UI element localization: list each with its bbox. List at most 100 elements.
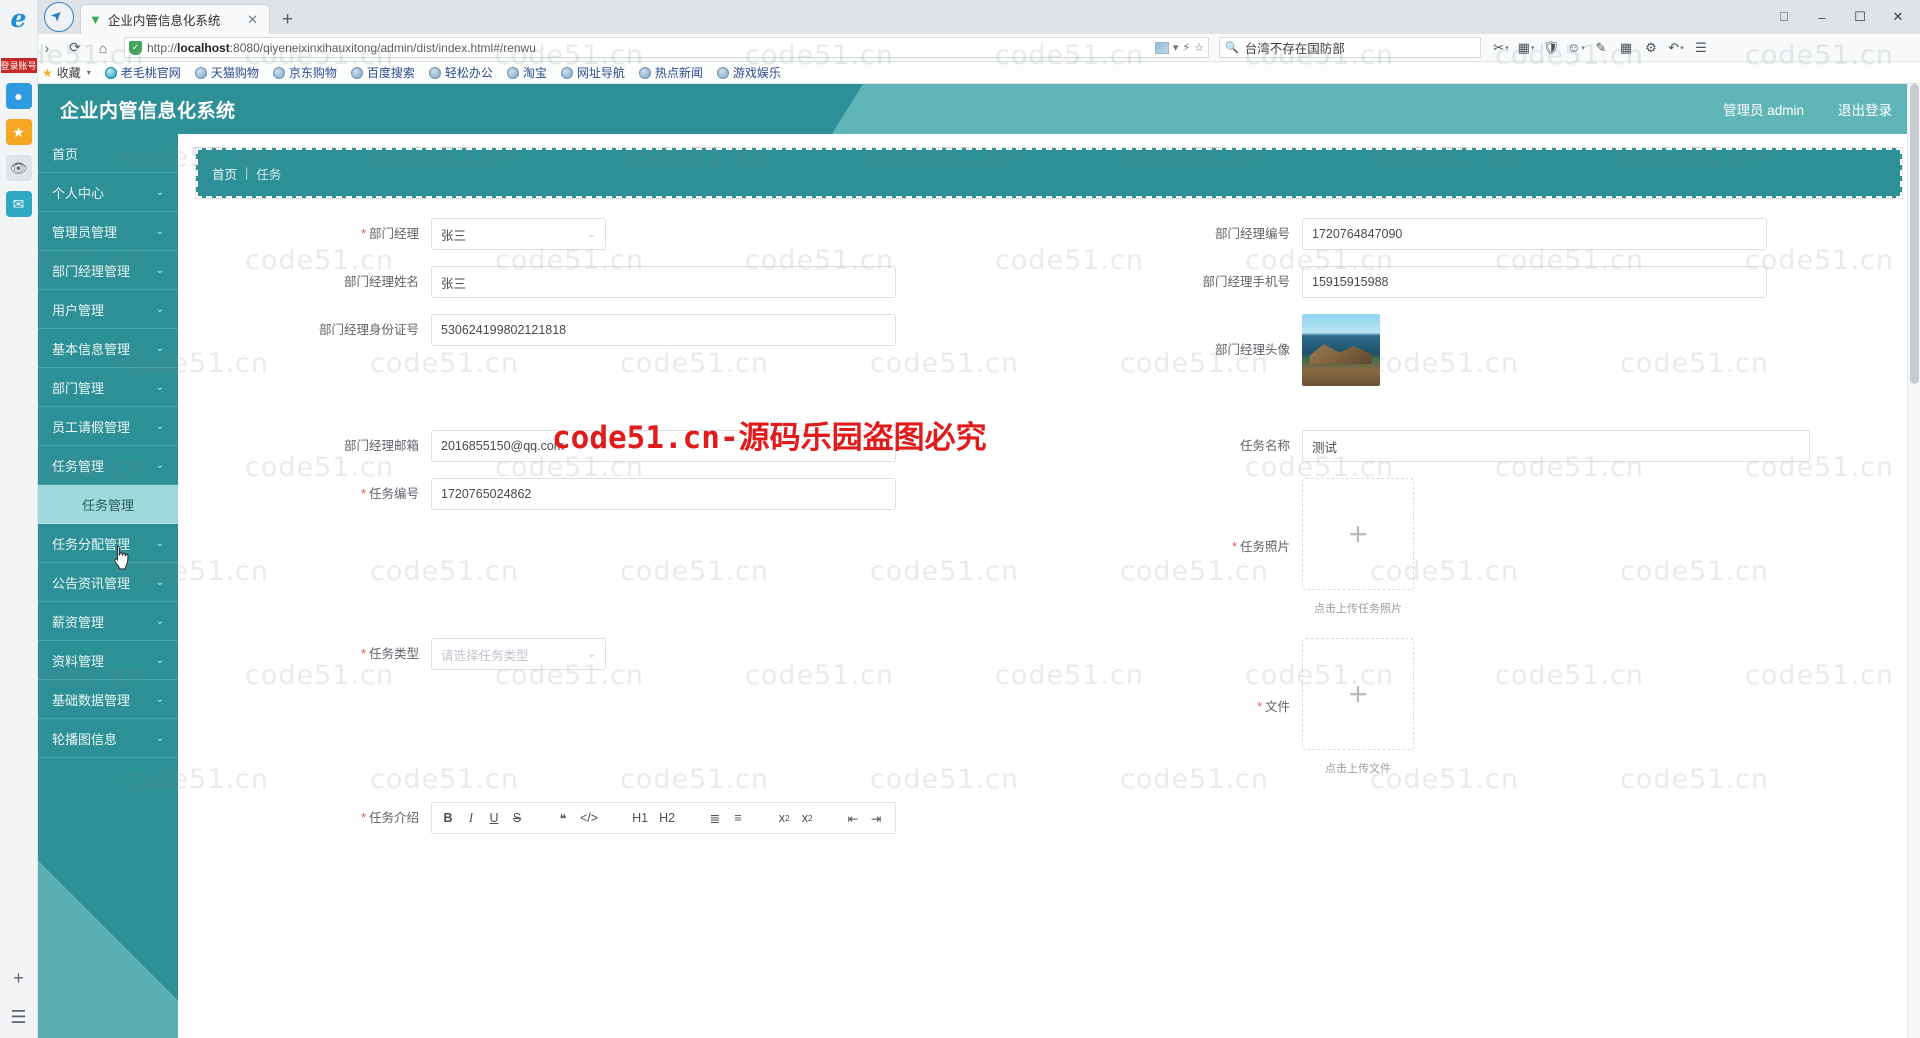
bookmark-item[interactable]: 淘宝 <box>501 63 553 83</box>
sidebar-item-home[interactable]: 首页 <box>38 134 178 173</box>
gear-icon[interactable]: ⚙ <box>1639 36 1663 60</box>
required-marker: * <box>361 227 366 241</box>
login-account-badge[interactable]: 登录账号 <box>0 58 37 73</box>
sidebar-item-document-management[interactable]: 资料管理 ⌄ <box>38 641 178 680</box>
bold-icon[interactable]: B <box>442 811 454 825</box>
bookmark-item[interactable]: 天猫购物 <box>189 63 265 83</box>
manager-select[interactable]: 张三 ⌄ <box>431 218 606 250</box>
sidebar-item-personal-center[interactable]: 个人中心 ⌄ <box>38 173 178 212</box>
new-tab-button[interactable]: + <box>270 9 305 34</box>
heading1-icon[interactable]: H1 <box>632 811 648 825</box>
bookmark-item[interactable]: 游戏娱乐 <box>711 63 787 83</box>
face-icon[interactable]: ☺ ▾ <box>1564 36 1588 60</box>
sidebar-item-user-management[interactable]: 用户管理 ⌄ <box>38 290 178 329</box>
sidebar-item-base-data-management[interactable]: 基础数据管理 ⌄ <box>38 680 178 719</box>
scrollbar-thumb[interactable] <box>1910 84 1919 384</box>
logout-button[interactable]: 退出登录 <box>1838 99 1892 119</box>
star-icon[interactable]: ★ <box>5 119 32 145</box>
manager-name-input[interactable]: 张三 <box>431 266 896 298</box>
task-photo-upload-button[interactable]: + <box>1302 478 1414 590</box>
sidebar-item-basic-info-management[interactable]: 基本信息管理 ⌄ <box>38 329 178 368</box>
blockquote-icon[interactable]: ❝ <box>557 811 569 826</box>
sidebar-item-leave-management[interactable]: 员工请假管理 ⌄ <box>38 407 178 446</box>
bookmark-item[interactable]: 京东购物 <box>267 63 343 83</box>
outdent-icon[interactable]: ⇤ <box>847 811 859 826</box>
subscript-icon[interactable]: x2 <box>778 811 790 825</box>
undo-icon[interactable]: ↶ ▾ <box>1664 36 1688 60</box>
manager-no-input[interactable]: 1720764847090 <box>1302 218 1767 250</box>
bookmark-item[interactable]: 热点新闻 <box>633 63 709 83</box>
palette-icon[interactable]: ▦ ▾ <box>1514 36 1538 60</box>
field-label: * 文件 <box>1257 700 1290 714</box>
sidebar-subitem-task-management[interactable]: 任务管理 <box>38 485 178 524</box>
underline-icon[interactable]: U <box>488 811 500 825</box>
sidebar-item-admin-management[interactable]: 管理员管理 ⌄ <box>38 212 178 251</box>
browser-tab[interactable]: ▼ 企业内管信息化系统 ✕ <box>80 4 270 34</box>
address-bar[interactable]: ✓ http://localhost:8080/qiyeneixinxihaux… <box>124 37 1209 58</box>
manager-phone-input[interactable]: 15915915988 <box>1302 266 1767 298</box>
sidebar-item-salary-management[interactable]: 薪资管理 ⌄ <box>38 602 178 641</box>
heading2-icon[interactable]: H2 <box>659 811 675 825</box>
browser-brand-icon <box>44 2 74 32</box>
sidebar-item-department-management[interactable]: 部门管理 ⌄ <box>38 368 178 407</box>
minimize-button[interactable]: – <box>1804 3 1840 31</box>
sidebar-item-task-management[interactable]: 任务管理 ⌄ <box>38 446 178 485</box>
compatibility-icon[interactable] <box>1154 41 1169 54</box>
sidebar-item-label: 公告资讯管理 <box>52 575 131 591</box>
reload-icon[interactable]: ⟳ <box>62 36 88 60</box>
menu-icon[interactable]: ☰ <box>1689 36 1713 60</box>
field-label: 部门经理头像 <box>1214 343 1290 357</box>
ordered-list-icon[interactable]: ≣ <box>709 811 721 826</box>
task-name-input[interactable]: 测试 <box>1302 430 1810 462</box>
sidebar-item-announcement[interactable]: 公告资讯管理 ⌄ <box>38 563 178 602</box>
indent-icon[interactable]: ⇥ <box>870 811 882 826</box>
sidebar-item-manager-management[interactable]: 部门经理管理 ⌄ <box>38 251 178 290</box>
star-outline-icon[interactable]: ☆ <box>1194 41 1204 54</box>
bullet-list-icon[interactable]: ≡ <box>732 811 744 825</box>
rich-text-editor[interactable]: B I U S ❝ </> H1 H2 ≣ ≡ x 2 x 2 ⇤ ⇥ <box>431 802 896 834</box>
restore-session-icon[interactable]: ⎕ <box>1766 3 1802 31</box>
plus-icon[interactable]: + <box>13 968 24 989</box>
page-scrollbar[interactable] <box>1907 84 1920 1038</box>
chevron-down-icon[interactable]: ▾ <box>1173 41 1179 54</box>
eye-icon[interactable]: 👁 <box>5 155 32 181</box>
strikethrough-icon[interactable]: S <box>511 811 523 825</box>
task-file-upload-button[interactable]: + <box>1302 638 1414 750</box>
italic-icon[interactable]: I <box>465 811 477 826</box>
chevron-down-icon: ⌄ <box>155 342 164 354</box>
sidebar-item-carousel[interactable]: 轮播图信息 ⌄ <box>38 719 178 758</box>
grid-icon[interactable]: ▦ <box>1614 36 1638 60</box>
field-control: 1720764847090 <box>1302 218 1920 250</box>
bookmark-item[interactable]: 百度搜索 <box>345 63 421 83</box>
ie-icon[interactable]: e <box>6 6 32 32</box>
form-row-spacer <box>1049 802 1920 834</box>
field-label: 任务名称 <box>1239 439 1290 453</box>
chevron-down-icon[interactable]: ▾ <box>85 68 91 77</box>
close-icon[interactable]: ✕ <box>244 12 261 28</box>
shield-toolbar-icon[interactable]: 🛡 <box>1539 36 1563 60</box>
breadcrumb-home[interactable]: 首页 <box>212 164 237 183</box>
pen-icon[interactable]: ✎ <box>1589 36 1613 60</box>
bookmark-item[interactable]: 老毛桃官网 <box>99 63 187 83</box>
bookmark-item[interactable]: 网址导航 <box>555 63 631 83</box>
home-icon[interactable]: ⌂ <box>90 36 116 60</box>
task-no-input[interactable]: 1720765024862 <box>431 478 896 510</box>
code-icon[interactable]: </> <box>580 811 598 825</box>
lightning-icon[interactable]: ⚡ <box>1182 41 1190 54</box>
list-icon[interactable]: ☰ <box>10 1007 26 1028</box>
mail-icon[interactable]: ✉ <box>5 191 32 217</box>
scissors-icon[interactable]: ✂ ▾ <box>1489 36 1513 60</box>
search-box[interactable]: 🔍 台湾不存在国防部 <box>1219 37 1481 58</box>
bookmark-favorites[interactable]: ★ 收藏 ▾ <box>36 63 97 83</box>
task-type-select[interactable]: 请选择任务类型 ⌄ <box>431 638 606 670</box>
superscript-icon[interactable]: x2 <box>801 811 813 825</box>
close-window-button[interactable]: ✕ <box>1880 3 1916 31</box>
maximize-button[interactable]: ☐ <box>1842 3 1878 31</box>
manager-email-input[interactable]: 2016855150@qq.com <box>431 430 896 462</box>
globe-icon <box>194 66 207 79</box>
manager-idcard-input[interactable]: 530624199802121818 <box>431 314 896 346</box>
browser-icon[interactable]: ● <box>5 83 32 109</box>
sidebar-item-task-assignment[interactable]: 任务分配管理 ⌄ <box>38 524 178 563</box>
task-form: * 部门经理 张三 ⌄ 部门经理编号 1720764847090 部门经理姓名 … <box>178 198 1920 834</box>
bookmark-item[interactable]: 轻松办公 <box>423 63 499 83</box>
